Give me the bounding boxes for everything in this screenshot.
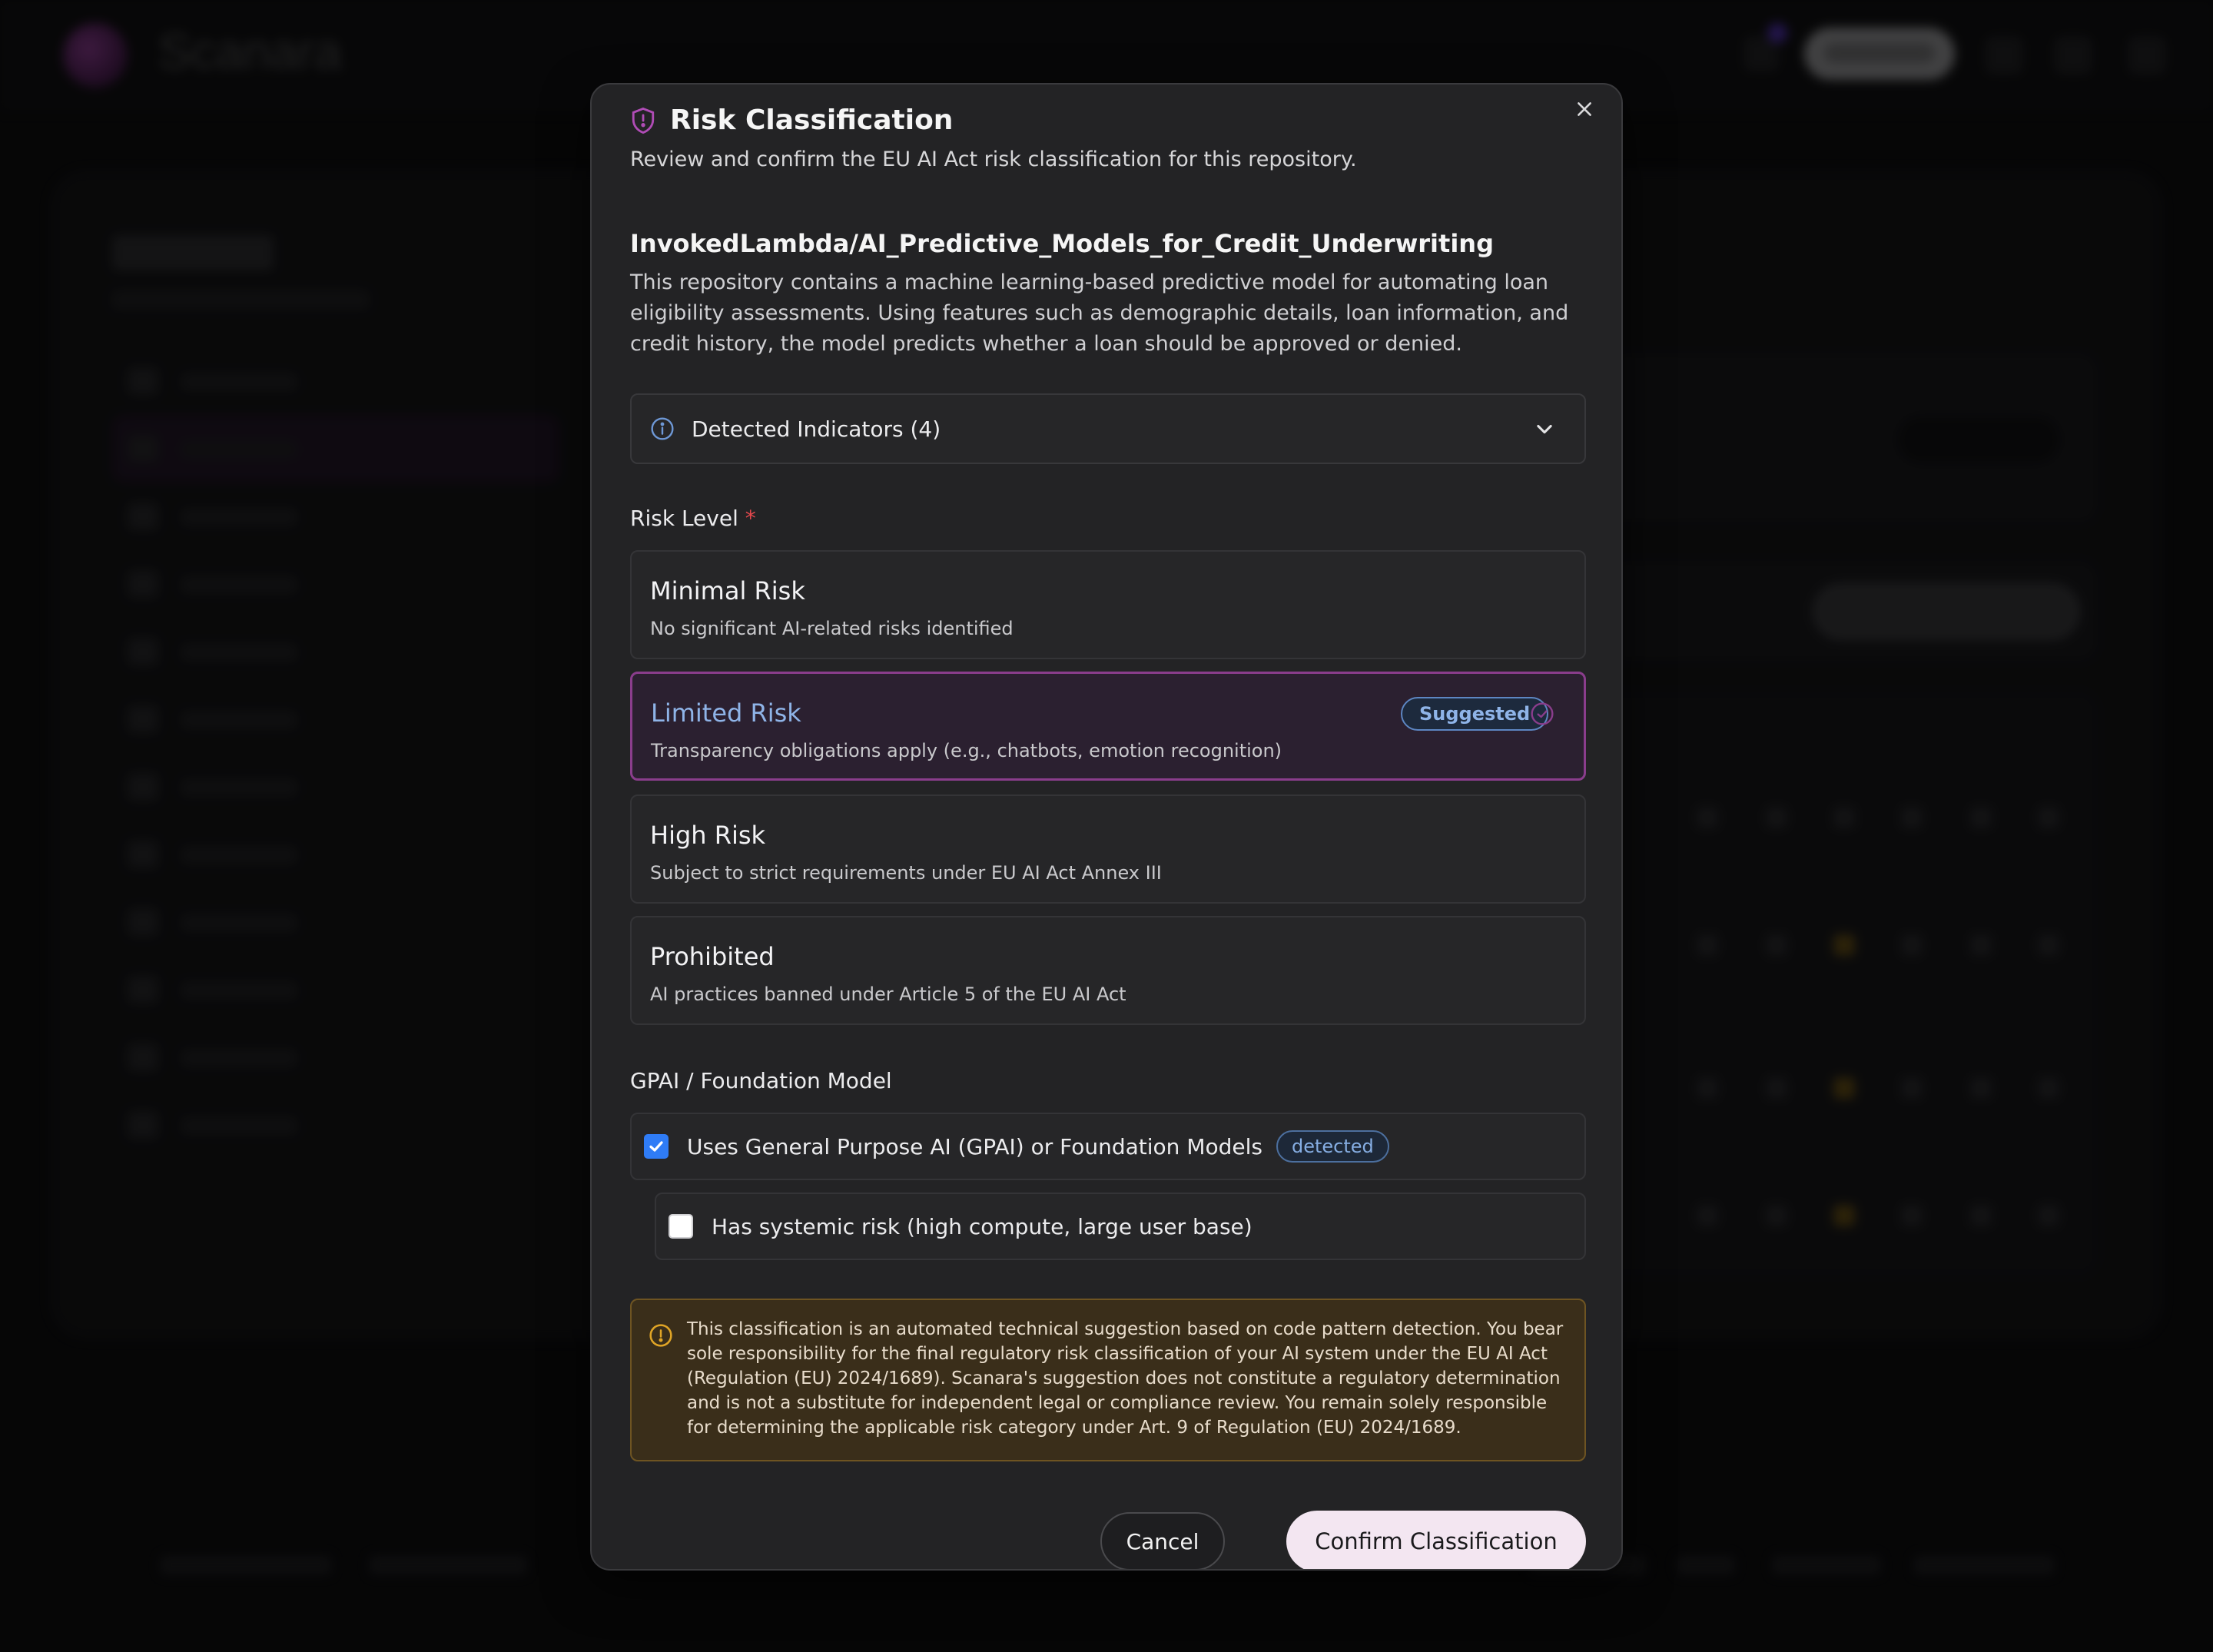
close-icon xyxy=(1578,102,1591,116)
risk-classification-dialog: Risk Classification Review and confirm t… xyxy=(590,83,1623,1571)
gpai-section-label: GPAI / Foundation Model xyxy=(630,1068,892,1093)
risk-level-label: Risk Level * xyxy=(630,506,756,531)
warning-info-icon xyxy=(649,1324,672,1347)
risk-option-prohibited[interactable]: Prohibited AI practices banned under Art… xyxy=(630,916,1586,1025)
detected-indicators-label: Detected Indicators (4) xyxy=(692,416,941,442)
dialog-title: Risk Classification xyxy=(670,104,954,136)
close-button[interactable] xyxy=(1569,94,1600,124)
confirm-classification-button[interactable]: Confirm Classification xyxy=(1286,1511,1586,1569)
detected-indicators-accordion[interactable]: Detected Indicators (4) xyxy=(630,393,1586,464)
risk-option-name: Minimal Risk xyxy=(650,576,805,605)
repository-description: This repository contains a machine learn… xyxy=(630,270,1569,356)
gpai-checkbox-label: Uses General Purpose AI (GPAI) or Founda… xyxy=(687,1133,1262,1159)
required-mark: * xyxy=(745,506,756,531)
detected-badge: detected xyxy=(1276,1130,1389,1163)
risk-option-name: High Risk xyxy=(650,821,766,850)
systemic-risk-checkbox-label: Has systemic risk (high compute, large u… xyxy=(712,1213,1252,1239)
suggested-badge: Suggested xyxy=(1401,697,1549,731)
risk-option-name: Prohibited xyxy=(650,942,775,971)
shield-icon xyxy=(632,107,655,134)
risk-option-name: Limited Risk xyxy=(651,698,801,728)
systemic-risk-checkbox[interactable] xyxy=(669,1214,693,1239)
chevron-down-icon xyxy=(1537,424,1552,434)
info-icon xyxy=(651,417,674,440)
risk-option-high[interactable]: High Risk Subject to strict requirements… xyxy=(630,794,1586,904)
risk-option-description: No significant AI-related risks identifi… xyxy=(650,618,1014,639)
risk-option-limited[interactable]: Limited Risk Transparency obligations ap… xyxy=(630,672,1586,781)
risk-option-minimal[interactable]: Minimal Risk No significant AI-related r… xyxy=(630,550,1586,659)
dialog-header: Risk Classification xyxy=(630,104,953,136)
cancel-button[interactable]: Cancel xyxy=(1100,1512,1225,1569)
risk-option-description: AI practices banned under Article 5 of t… xyxy=(650,984,1126,1005)
repository-name: InvokedLambda/AI_Predictive_Models_for_C… xyxy=(630,229,1494,258)
dialog-subtitle: Review and confirm the EU AI Act risk cl… xyxy=(630,148,1357,171)
disclaimer-text: This classification is an automated tech… xyxy=(687,1319,1564,1438)
checkmark-icon xyxy=(649,1141,663,1152)
systemic-risk-checkbox-row[interactable]: Has systemic risk (high compute, large u… xyxy=(655,1193,1586,1260)
check-circle-icon xyxy=(1531,702,1554,725)
gpai-checkbox[interactable] xyxy=(644,1134,669,1159)
disclaimer-alert: This classification is an automated tech… xyxy=(630,1299,1586,1461)
gpai-checkbox-row[interactable]: Uses General Purpose AI (GPAI) or Founda… xyxy=(630,1113,1586,1180)
risk-option-description: Subject to strict requirements under EU … xyxy=(650,862,1162,884)
risk-option-description: Transparency obligations apply (e.g., ch… xyxy=(651,740,1282,761)
